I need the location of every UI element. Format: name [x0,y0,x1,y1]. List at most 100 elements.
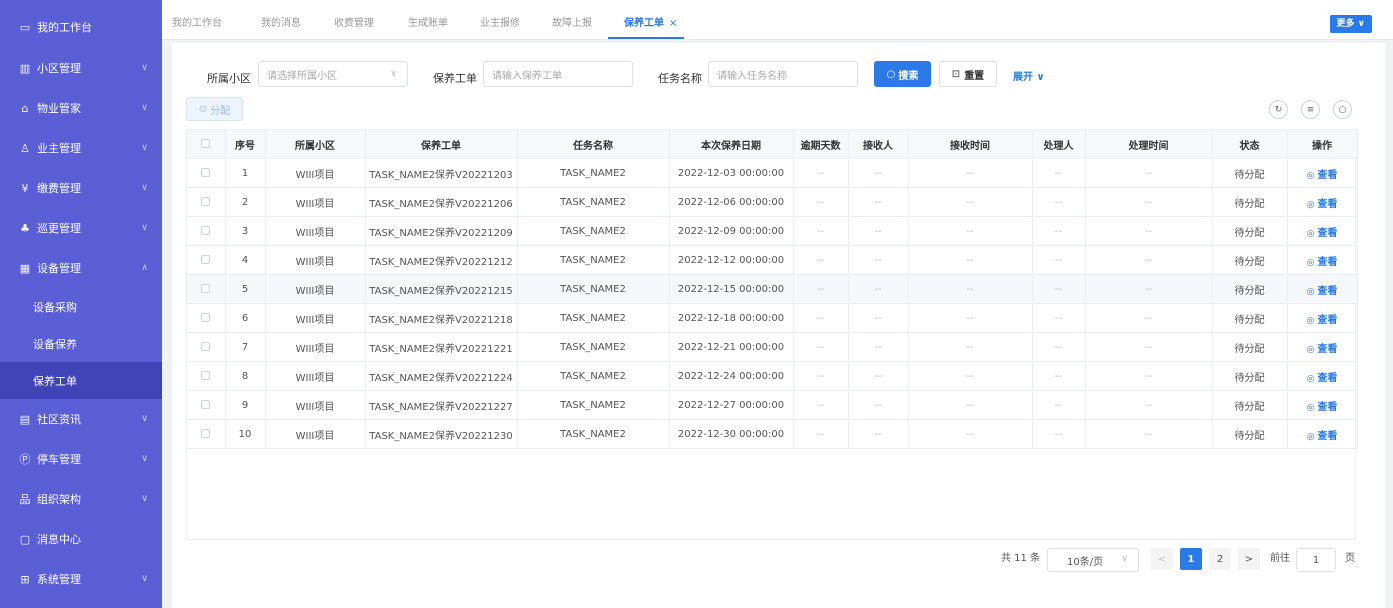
view-button[interactable]: ◎ 查看 [1307,228,1338,239]
tab-messages[interactable]: 我的消息 [261,14,301,29]
sidebar-item-user[interactable]: ♙ 业主管理 ∨ [0,128,162,168]
view-button[interactable]: ◎ 查看 [1307,170,1338,181]
tab-fault-report[interactable]: 故障上报 [552,14,592,29]
view-button[interactable]: ◎ 查看 [1307,315,1338,326]
view-button[interactable]: ◎ 查看 [1307,286,1338,297]
row-checkbox[interactable] [201,371,211,380]
sidebar-subitem[interactable]: 设备采购 [0,288,162,325]
cell-task: TASK_NAME2 [517,274,670,304]
goto-page-input[interactable]: 1 [1296,548,1336,572]
page-button-2[interactable]: 2 [1209,548,1231,570]
sidebar-item-home[interactable]: ⌂ 物业管家 ∨ [0,88,162,128]
cell-receiver: -- [848,216,909,246]
table-row[interactable]: 3 WIII项目 TASK_NAME2保养V20221209 TASK_NAME2 20… [187,216,1358,246]
row-checkbox-cell[interactable] [187,303,226,333]
sidebar-item-device[interactable]: ▦ 设备管理 ∧ [0,248,162,288]
cell-order: TASK_NAME2保养V20221227 [365,390,518,420]
tab-maintenance-order[interactable]: 保养工单 × [624,14,677,29]
select-all-checkbox[interactable] [201,139,211,148]
assign-button-label: 分配 [210,105,231,117]
view-label: 查看 [1317,401,1338,413]
sidebar-item-desktop[interactable]: ▭ 我的工作台 [0,6,162,48]
row-checkbox[interactable] [201,342,211,351]
tab-generate-bill[interactable]: 生成账单 [408,14,448,29]
sidebar-subitem[interactable]: 设备保养 [0,325,162,362]
assign-button[interactable]: ⊙ 分配 [186,97,243,121]
row-checkbox-cell[interactable] [187,361,226,391]
tab-billing[interactable]: 收费管理 [334,14,374,29]
row-checkbox-cell[interactable] [187,332,226,362]
close-icon[interactable]: × [669,18,677,29]
view-button[interactable]: ◎ 查看 [1307,402,1338,413]
view-button[interactable]: ◎ 查看 [1307,431,1338,442]
order-input[interactable]: 请输入保养工单 [483,61,633,87]
sidebar-item-message[interactable]: ▢ 消息中心 [0,519,162,559]
row-checkbox[interactable] [201,429,211,438]
table-row[interactable]: 5 WIII项目 TASK_NAME2保养V20221215 TASK_NAME2 20… [187,274,1358,304]
search-button[interactable]: ○ 搜索 [874,61,931,87]
expand-link[interactable]: 展开 ∨ [1013,68,1045,83]
cell-no: 4 [225,245,266,275]
row-checkbox[interactable] [201,255,211,264]
header-checkbox[interactable] [187,129,226,159]
task-input[interactable]: 请输入任务名称 [708,61,858,87]
table-row[interactable]: 2 WIII项目 TASK_NAME2保养V20221206 TASK_NAME2 20… [187,187,1358,217]
prev-page-button[interactable]: < [1151,548,1173,570]
sidebar-item-parking[interactable]: Ⓟ 停车管理 ∨ [0,439,162,479]
tab-workbench[interactable]: 我的工作台 [172,14,222,29]
table-row[interactable]: 1 WIII项目 TASK_NAME2保养V20221203 TASK_NAME2 20… [187,158,1358,188]
table-row[interactable]: 4 WIII项目 TASK_NAME2保养V20221212 TASK_NAME2 20… [187,245,1358,275]
table-row[interactable]: 6 WIII项目 TASK_NAME2保养V20221218 TASK_NAME2 20… [187,303,1358,333]
row-checkbox-cell[interactable] [187,216,226,246]
sidebar-item-settings[interactable]: ⊞ 系统管理 ∨ [0,559,162,599]
cell-community: WIII项目 [265,419,366,449]
table-row[interactable]: 7 WIII项目 TASK_NAME2保养V20221221 TASK_NAME2 20… [187,332,1358,362]
cell-receiver: -- [848,332,909,362]
cell-date: 2022-12-30 00:00:00 [669,419,794,449]
refresh-icon[interactable]: ↻ [1269,100,1288,119]
page-button-1[interactable]: 1 [1180,548,1202,570]
row-checkbox[interactable] [201,226,211,235]
row-checkbox[interactable] [201,284,211,293]
cell-receiver: -- [848,361,909,391]
row-checkbox[interactable] [201,168,211,177]
table-row[interactable]: 10 WIII项目 TASK_NAME2保养V20221230 TASK_NAME2 2… [187,419,1358,449]
row-checkbox[interactable] [201,197,211,206]
table-row[interactable]: 9 WIII项目 TASK_NAME2保养V20221227 TASK_NAME2 20… [187,390,1358,420]
cell-status: 待分配 [1212,419,1288,449]
row-checkbox-cell[interactable] [187,390,226,420]
sidebar-subitem[interactable]: 保养工单 [0,362,162,399]
cell-receiver: -- [848,390,909,420]
view-button[interactable]: ◎ 查看 [1307,199,1338,210]
row-checkbox[interactable] [201,313,211,322]
sidebar-item-patrol[interactable]: ♣ 巡更管理 ∨ [0,208,162,248]
sidebar-item-news[interactable]: ▤ 社区资讯 ∨ [0,399,162,439]
view-button[interactable]: ◎ 查看 [1307,257,1338,268]
header-overdue: 逾期天数 [793,129,849,159]
row-checkbox-cell[interactable] [187,245,226,275]
row-checkbox-cell[interactable] [187,419,226,449]
patrol-icon: ♣ [20,221,30,235]
search-toggle-icon[interactable]: ○ [1333,100,1352,119]
view-button[interactable]: ◎ 查看 [1307,344,1338,355]
message-icon: ▢ [19,532,31,546]
sidebar-item-building[interactable]: ▥ 小区管理 ∨ [0,48,162,88]
tab-owner-repair[interactable]: 业主报修 [480,14,520,29]
row-checkbox-cell[interactable] [187,187,226,217]
row-checkbox-cell[interactable] [187,158,226,188]
columns-settings-icon[interactable]: ≡ [1301,100,1320,119]
page-size-select[interactable]: 10条/页 ∨ [1047,548,1139,572]
assign-icon: ⊙ [198,103,208,115]
sidebar-item-yen[interactable]: ¥ 缴费管理 ∨ [0,168,162,208]
next-page-button[interactable]: > [1238,548,1260,570]
more-button[interactable]: 更多 ∨ [1329,15,1372,33]
reset-button[interactable]: ⊡ 重置 [939,61,997,87]
sidebar-item-org[interactable]: 品组织架构 ∨ [0,479,162,519]
view-button[interactable]: ◎ 查看 [1307,373,1338,384]
table-row[interactable]: 8 WIII项目 TASK_NAME2保养V20221224 TASK_NAME2 20… [187,361,1358,391]
row-checkbox[interactable] [201,400,211,409]
community-select[interactable]: 请选择所属小区 ∨ [258,61,408,87]
cell-task: TASK_NAME2 [517,216,670,246]
order-input-placeholder: 请输入保养工单 [492,70,562,82]
row-checkbox-cell[interactable] [187,274,226,304]
